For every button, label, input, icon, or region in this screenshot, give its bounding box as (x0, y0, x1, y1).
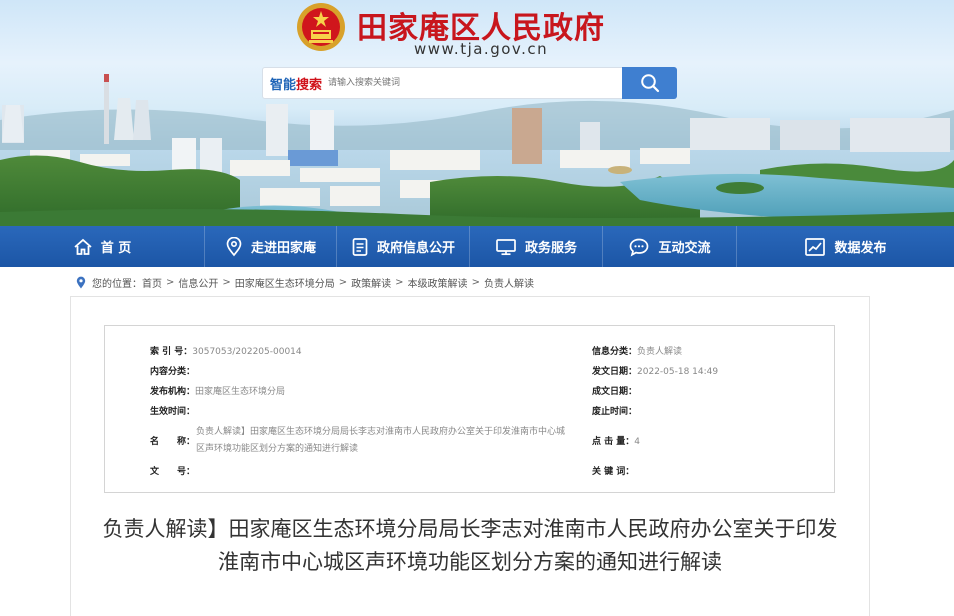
article-title: 负责人解读】田家庵区生态环境分局局长李志对淮南市人民政府办公室关于印发淮南市中心… (102, 517, 838, 574)
info-publish-date-row: 发文日期：2022-05-18 14:49 (592, 364, 718, 377)
info-category-row: 信息分类：负责人解读 (592, 344, 682, 357)
search-brand-label: 智能搜索 (263, 74, 322, 93)
breadcrumb-info-disclosure[interactable]: 信息公开 (178, 275, 218, 290)
info-expire-row: 废止时间： (592, 404, 637, 417)
info-publisher-label: 发布机构： (150, 387, 196, 397)
nav-item-label: 政府信息公开 (376, 241, 455, 256)
info-clicks-row: 点 击 量：4 (592, 434, 640, 447)
info-publisher-value: 田家庵区生态环境分局 (195, 387, 286, 397)
breadcrumb-prefix: 您的位置： (92, 278, 142, 290)
breadcrumb-home[interactable]: 首页 (142, 275, 162, 290)
breadcrumb-eco-bureau[interactable]: 田家庵区生态环境分局 (235, 275, 335, 290)
info-name-value: 负责人解读】田家庵区生态环境分局局长李志对淮南市人民政府办公室关于印发淮南市中心… (196, 427, 566, 454)
info-content-category-row: 内容分类： (150, 364, 195, 377)
breadcrumb: 您的位置： 首页 > 信息公开 > 田家庵区生态环境分局 > 政策解读 > 本级… (76, 274, 534, 290)
national-emblem-logo (297, 3, 345, 51)
search-button[interactable] (622, 67, 677, 99)
search-input[interactable] (328, 70, 599, 96)
nav-item-label: 首 页 (100, 241, 132, 256)
nav-item-label: 政务服务 (524, 241, 577, 256)
nav-item-label: 走进田家庵 (250, 241, 316, 256)
info-name-row: 名 称： (150, 434, 195, 447)
nav-item-label: 互动交流 (658, 241, 711, 256)
nav-item-gov-services[interactable]: 政务服务 (470, 226, 603, 267)
breadcrumb-local-policy[interactable]: 本级政策解读 (408, 275, 468, 290)
breadcrumb-head-interpretation[interactable]: 负责人解读 (484, 275, 534, 290)
breadcrumb-separator-icon: > (222, 276, 231, 288)
breadcrumb-separator-icon: > (471, 276, 480, 288)
nav-item-about-tianjiaan[interactable]: 走进田家庵 (205, 226, 337, 267)
document-icon (352, 237, 368, 256)
info-name-label: 名 称： (150, 437, 196, 447)
info-keywords-row: 关 键 词： (592, 464, 634, 477)
breadcrumb-separator-icon: > (166, 276, 175, 288)
home-icon (74, 238, 92, 255)
info-index-value: 3057053/202205-00014 (192, 347, 302, 357)
info-clicks-label: 点 击 量： (592, 437, 635, 447)
info-publisher-row: 发布机构：田家庵区生态环境分局 (150, 384, 285, 397)
info-publish-date-value: 2022-05-18 14:49 (637, 367, 719, 377)
chat-icon (630, 238, 649, 257)
info-clicks-value: 4 (634, 437, 641, 447)
nav-item-label: 数据发布 (834, 241, 887, 256)
info-keywords-label: 关 键 词： (592, 467, 635, 477)
info-effective-label: 生效时间： (150, 407, 196, 417)
nav-item-gov-info-disclosure[interactable]: 政府信息公开 (337, 226, 470, 267)
search-brand-part1: 智能 (270, 77, 297, 93)
info-doc-number-label: 文 号： (150, 467, 196, 477)
info-created-date-row: 成文日期： (592, 384, 637, 397)
info-publish-date-label: 发文日期： (592, 367, 638, 377)
site-domain: www.tja.gov.cn (414, 40, 549, 58)
nav-item-home[interactable]: 首 页 (0, 226, 205, 267)
search-icon (640, 74, 659, 93)
info-index-label: 索 引 号： (150, 347, 193, 357)
main-nav: 首 页 走进田家庵 政府信息公开 政务服务 互动交流 数据发布 (0, 226, 954, 267)
search-bar: 智能搜索 (262, 67, 677, 99)
info-created-date-label: 成文日期： (592, 387, 638, 397)
chart-icon (805, 237, 826, 256)
breadcrumb-separator-icon: > (395, 276, 404, 288)
info-expire-label: 废止时间： (592, 407, 638, 417)
location-icon (76, 276, 86, 288)
info-effective-row: 生效时间： (150, 404, 195, 417)
nav-item-interaction[interactable]: 互动交流 (603, 226, 737, 267)
info-category-label: 信息分类： (592, 347, 638, 357)
map-pin-icon (226, 236, 242, 256)
info-doc-number-row: 文 号： (150, 464, 195, 477)
header-banner: 田家庵区人民政府 www.tja.gov.cn 智能搜索 (0, 0, 954, 226)
nav-item-data-release[interactable]: 数据发布 (737, 226, 954, 267)
monitor-icon (496, 238, 516, 255)
search-brand-part2: 搜索 (296, 77, 323, 93)
info-content-category-label: 内容分类： (150, 367, 196, 377)
info-index-row: 索 引 号：3057053/202205-00014 (150, 344, 302, 357)
breadcrumb-policy-interpretation[interactable]: 政策解读 (351, 275, 391, 290)
breadcrumb-separator-icon: > (338, 276, 348, 288)
info-category-value: 负责人解读 (637, 347, 683, 357)
